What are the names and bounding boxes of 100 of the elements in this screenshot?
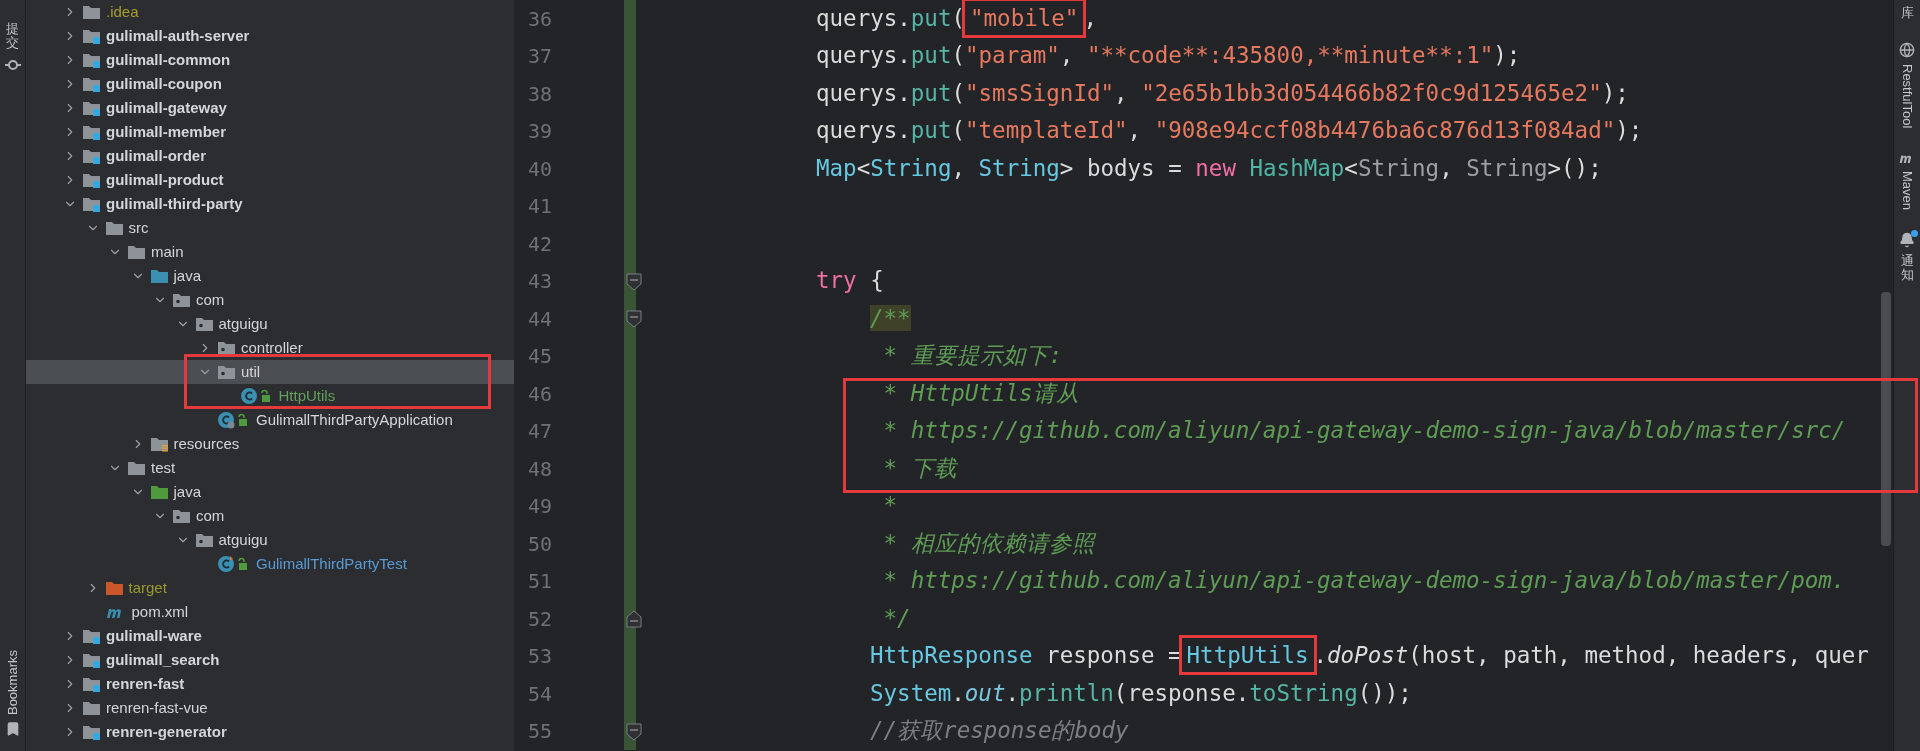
tree-item[interactable]: atguigu (26, 312, 514, 336)
line-number: 42 (527, 230, 554, 258)
line-number: 46 (527, 380, 554, 408)
line-number: 37 (527, 43, 554, 71)
tree-item[interactable]: pom.xml (26, 600, 514, 624)
line-number: 43 (527, 268, 554, 296)
code-line: System.out.println(response.toString()); (870, 678, 1412, 708)
code-line: * (882, 491, 898, 521)
code-line: * 重要提示如下: (882, 341, 1063, 371)
module-folder-icon (82, 28, 101, 44)
tool-window-button[interactable]: Bookmarks (0, 645, 25, 741)
tool-window-button[interactable]: Maven (1894, 146, 1920, 214)
code-line: * 相应的依赖请参照 (882, 528, 1095, 558)
module-folder-icon (82, 628, 101, 644)
module-folder-icon (82, 148, 101, 164)
line-number: 50 (527, 530, 554, 558)
tree-item[interactable]: gulimall-product (26, 168, 514, 192)
tree-item[interactable]: gulimall-auth-server (26, 24, 514, 48)
line-number: 36 (527, 5, 554, 33)
tree-item[interactable]: renren-fast-vue (26, 696, 514, 720)
code-line: querys.put("smsSignId", "2e65b1bb3d054466b82f0c9d125465e2"); (816, 78, 1629, 108)
folder-icon (127, 244, 146, 260)
fold-icon[interactable] (626, 310, 642, 328)
code-line: * HttpUtils请从 (882, 378, 1079, 408)
line-number: 39 (527, 118, 554, 146)
tree-item[interactable]: util (26, 360, 514, 384)
tree-item[interactable]: renren-fast (26, 672, 514, 696)
folder-icon (104, 580, 124, 596)
module-folder-icon (82, 676, 101, 692)
package-icon (172, 292, 191, 308)
tool-window-button[interactable]: 库 (1894, 2, 1920, 25)
tree-item[interactable]: renren-generator (26, 720, 514, 744)
folder-icon (127, 460, 146, 476)
scrollbar-thumb[interactable] (1881, 292, 1891, 546)
code-line: querys.put( "mobile" , (816, 1, 1097, 36)
module-folder-icon (82, 652, 101, 668)
module-folder-icon (82, 196, 101, 212)
line-number: 48 (527, 455, 554, 483)
fold-icon[interactable] (626, 722, 642, 741)
fold-icon[interactable] (626, 610, 642, 628)
line-number: 40 (527, 155, 554, 183)
code-line: querys.put("param", "**code**:435800,**minute**:1"); (816, 41, 1521, 71)
line-number: 41 (527, 193, 554, 221)
folder-icon (149, 484, 169, 500)
code-line: * 下载 (882, 453, 957, 483)
line-number: 49 (527, 493, 554, 521)
module-folder-icon (82, 724, 101, 740)
line-number: 55 (527, 718, 554, 746)
line-number: 53 (527, 643, 554, 671)
line-number: 45 (527, 343, 554, 371)
code-line: //获取response的body (870, 716, 1129, 746)
module-folder-icon (82, 172, 101, 188)
tree-item[interactable]: src (26, 216, 514, 240)
tree-item[interactable]: gulimall-gateway (26, 96, 514, 120)
tree-item[interactable]: gulimall-member (26, 120, 514, 144)
code-line: try { (816, 266, 884, 296)
tree-item[interactable]: target (26, 576, 514, 600)
tree-item[interactable]: test (26, 456, 514, 480)
tool-window-button[interactable]: 通知 (1894, 227, 1920, 287)
code-line: * https://github.com/aliyun/api-gateway-demo-sign-java/blob/master/pom. (882, 566, 1846, 596)
tree-item[interactable]: controller (26, 336, 514, 360)
tree-item[interactable]: com (26, 288, 514, 312)
module-folder-icon (82, 76, 101, 92)
folder-icon (149, 268, 169, 284)
tree-item[interactable]: resources (26, 432, 514, 456)
folder-icon (104, 220, 124, 236)
tree-item[interactable]: gulimall-ware (26, 624, 514, 648)
tree-item[interactable]: gulimall-common (26, 48, 514, 72)
tree-item[interactable]: gulimall_search (26, 648, 514, 672)
tree-item[interactable]: HttpUtils (26, 384, 514, 408)
tool-window-button[interactable]: RestfulTool (1894, 38, 1920, 133)
tree-item[interactable]: gulimall-order (26, 144, 514, 168)
module-folder-icon (82, 100, 101, 116)
code-line: querys.put("templateId", "908e94ccf08b4476ba6c876d13f084ad"); (816, 116, 1643, 146)
tree-item[interactable]: gulimall-coupon (26, 72, 514, 96)
module-folder-icon (82, 52, 101, 68)
code-line: * https://github.com/aliyun/api-gateway-demo-sign-java/blob/master/src/ (882, 416, 1846, 446)
package-icon (194, 532, 214, 548)
tree-item[interactable]: GulimallThirdPartyApplication (26, 408, 514, 432)
tree-item[interactable]: java (26, 480, 514, 504)
tree-item[interactable]: .idea (26, 0, 514, 24)
line-number: 47 (527, 418, 554, 446)
tree-item[interactable]: atguigu (26, 528, 514, 552)
line-number: 38 (527, 80, 554, 108)
module-folder-icon (82, 124, 101, 140)
folder-icon (82, 700, 101, 716)
tree-item[interactable]: gulimall-third-party (26, 192, 514, 216)
globe-icon (1899, 42, 1915, 59)
tree-item[interactable]: GulimallThirdPartyTest (26, 552, 514, 576)
code-line: Map<String, String> bodys = new HashMap<String, String>(); (816, 153, 1602, 183)
code-line: */ (882, 603, 911, 633)
tool-window-button[interactable]: 提交 (0, 18, 25, 77)
fold-icon[interactable] (626, 272, 642, 291)
resources-folder-icon (149, 436, 169, 452)
tree-item[interactable]: java (26, 264, 514, 288)
tree-item[interactable]: main (26, 240, 514, 264)
folder-icon (82, 4, 101, 20)
package-icon (217, 364, 236, 380)
tree-item[interactable]: com (26, 504, 514, 528)
line-number: 51 (527, 568, 554, 596)
